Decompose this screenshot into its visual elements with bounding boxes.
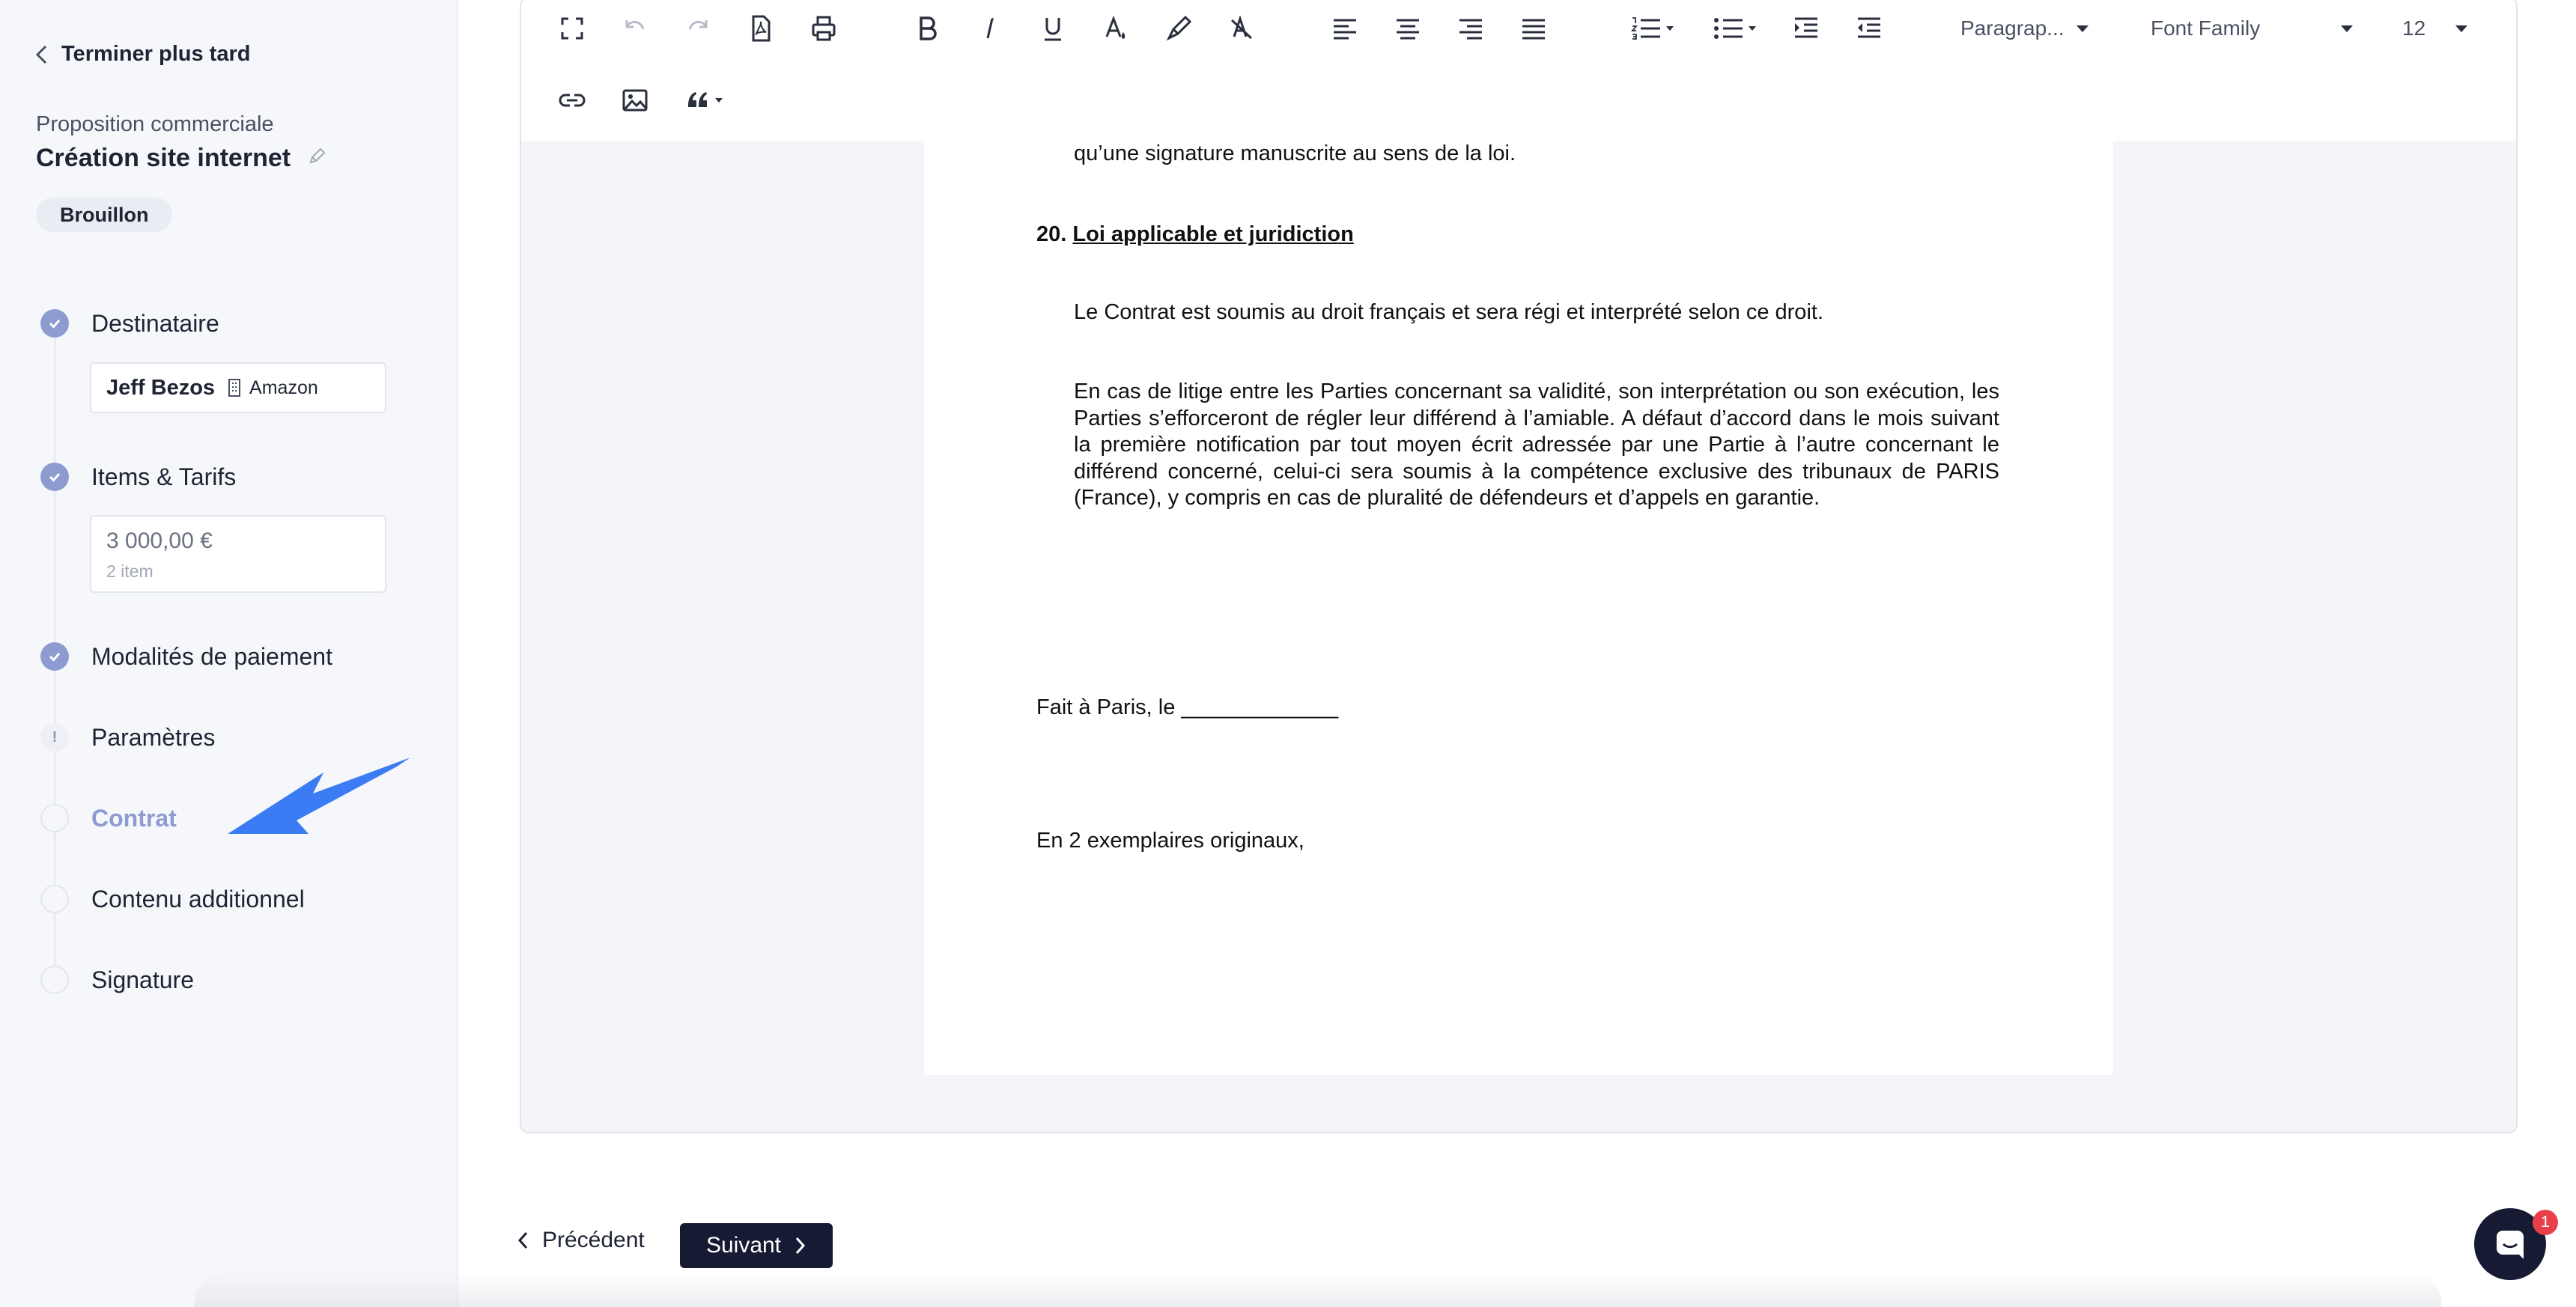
align-justify-icon[interactable] [1511,6,1556,51]
document-page[interactable]: qu’une signature manuscrite au sens de l… [924,141,2113,1075]
section-number: 20. [1036,222,1067,246]
pricing-card[interactable]: 3 000,00 € 2 item [90,515,386,593]
finish-later-label: Terminer plus tard [61,42,251,66]
pricing-item-count: 2 item [106,561,154,581]
document-type: Proposition commerciale [36,112,274,136]
step-circle-icon [40,804,69,832]
image-icon[interactable] [613,78,657,123]
bullet-list-icon[interactable] [1701,6,1769,51]
fullscreen-icon[interactable] [550,6,595,51]
caret-down-icon [2076,25,2089,32]
previous-label: Précédent [542,1228,645,1252]
outdent-icon[interactable] [1847,6,1892,51]
step-label: Contrat [91,804,177,832]
step-label: Items & Tarifs [91,463,237,490]
indent-icon[interactable] [1784,6,1829,51]
bold-icon[interactable] [905,6,950,51]
editor-toolbar: Paragrap... Font Family 12 [521,0,2516,141]
recipient-card[interactable]: Jeff Bezos Amazon [90,362,386,413]
print-icon[interactable] [801,6,846,51]
finish-later-link[interactable]: Terminer plus tard [34,42,250,67]
step-signature[interactable]: Signature [40,966,194,994]
annotation-arrow-icon [228,758,410,834]
section-title: Loi applicable et juridiction [1072,222,1354,246]
align-left-icon[interactable] [1322,6,1367,51]
step-label: Paramètres [91,723,216,751]
step-circle-icon [40,966,69,994]
warning-icon: ! [40,723,69,752]
link-icon[interactable] [550,78,595,123]
status-badge: Brouillon [36,198,173,232]
paragraph-jurisdiction: En cas de litige entre les Parties conce… [1074,380,1999,510]
step-contrat[interactable]: Contrat [40,804,177,832]
step-label: Contenu additionnel [91,885,305,913]
blockquote-icon[interactable] [675,78,735,123]
next-label: Suivant [705,1233,782,1258]
align-center-icon[interactable] [1385,6,1430,51]
caret-down-icon [2341,25,2354,32]
recipient-company: Amazon [227,377,318,399]
place-date-line: Fait à Paris, le _____________ [1036,695,1339,719]
step-items-tarifs[interactable]: Items & Tarifs [40,463,236,491]
clear-format-icon[interactable] [1219,6,1264,51]
step-destinataire[interactable]: Destinataire [40,309,219,338]
step-label: Destinataire [91,309,219,337]
paragraph-governing-law: Le Contrat est soumis au droit français … [1074,300,1823,324]
document-cut-line: qu’une signature manuscrite au sens de l… [1074,141,1516,165]
step-contenu-additionnel[interactable]: Contenu additionnel [40,885,305,913]
undo-icon[interactable] [613,6,657,51]
bottom-shadow [195,1273,2441,1307]
document-title-text: Création site internet [36,144,291,172]
next-button[interactable]: Suivant [680,1223,833,1268]
step-label: Modalités de paiement [91,642,332,670]
building-icon [228,379,241,397]
paragraph-select-value: Paragrap... [1960,16,2065,40]
recipient-name: Jeff Bezos [106,375,216,400]
italic-icon[interactable] [967,6,1012,51]
check-icon [40,309,69,338]
step-modalites-paiement[interactable]: Modalités de paiement [40,642,332,671]
text-color-icon[interactable] [1093,6,1138,51]
caret-down-icon [2455,25,2468,32]
pdf-icon[interactable] [738,6,783,51]
step-circle-icon [40,885,69,913]
check-icon [40,642,69,671]
previous-button[interactable]: Précédent [517,1228,645,1253]
section-heading: 20. Loi applicable et juridiction [1036,222,1354,249]
document-title: Création site internet [36,144,326,173]
contract-editor: Paragrap... Font Family 12 qu’une signat… [520,0,2518,1133]
recipient-company-label: Amazon [249,377,318,398]
check-icon [40,463,69,491]
highlight-icon[interactable] [1156,6,1201,51]
font-family-select[interactable]: Font Family [2151,16,2354,40]
align-right-icon[interactable] [1448,6,1493,51]
chat-icon [2497,1231,2524,1259]
chevron-left-icon [517,1231,528,1249]
copies-line: En 2 exemplaires originaux, [1036,829,1304,853]
chevron-left-icon [35,45,47,64]
redo-icon[interactable] [675,6,720,51]
font-size-select[interactable]: 12 [2402,16,2468,40]
notification-badge: 1 [2533,1210,2558,1235]
step-label: Signature [91,966,194,993]
font-family-select-value: Font Family [2151,16,2261,40]
step-parametres[interactable]: ! Paramètres [40,723,215,752]
sidebar: Terminer plus tard Proposition commercia… [0,0,458,1307]
font-size-select-value: 12 [2402,16,2426,40]
paragraph-select[interactable]: Paragrap... [1960,16,2089,40]
underline-icon[interactable] [1030,6,1075,51]
ordered-list-icon[interactable] [1619,6,1686,51]
chevron-right-icon [795,1237,806,1255]
pricing-total: 3 000,00 € [106,528,213,553]
edit-pencil-icon[interactable] [307,144,326,173]
